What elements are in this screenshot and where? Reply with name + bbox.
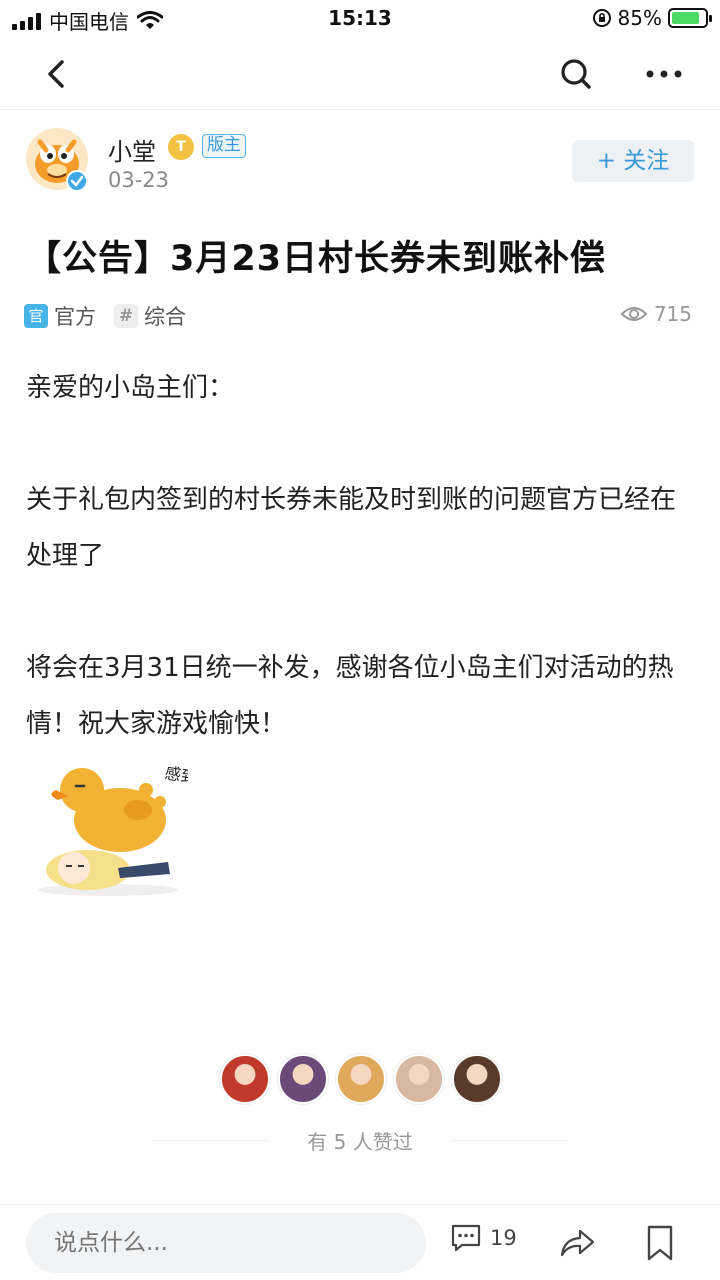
comment-icon — [451, 1224, 481, 1252]
tag-label: 官方 — [54, 305, 96, 329]
paragraph: 将会在3月31日统一补发，感谢各位小岛主们对活动的热情！祝大家游戏愉快！ — [26, 653, 674, 739]
battery-icon — [668, 8, 712, 28]
post-body: 亲爱的小岛主们： 关于礼包内签到的村长券未能及时到账的问题官方已经在处理了 将会… — [26, 360, 696, 752]
divider — [450, 1140, 568, 1141]
tag-label: 综合 — [144, 305, 186, 329]
orientation-lock-icon — [592, 9, 611, 27]
view-count-value: 715 — [653, 302, 692, 326]
author-row: 小堂 T 版主 03-23 + 关注 — [26, 128, 696, 198]
liker-avatar[interactable] — [220, 1054, 270, 1104]
search-icon[interactable] — [556, 54, 596, 94]
post-title: 【公告】3月23日村长券未到账补偿 — [26, 239, 607, 279]
bottom-bar: 19 — [0, 1204, 720, 1280]
view-count: 715 — [620, 302, 692, 326]
tag-row: 官 官方 # 综合 — [24, 300, 186, 332]
hash-icon: # — [114, 304, 138, 328]
eye-icon — [620, 307, 648, 321]
comment-count: 19 — [490, 1226, 517, 1250]
duck-sticker-image[interactable]: 感到鸭力… — [28, 750, 188, 900]
likes-summary-row: 有 5 人赞过 — [0, 1126, 720, 1155]
liker-avatar[interactable] — [452, 1054, 502, 1104]
status-right: 85% — [592, 6, 712, 30]
comment-button[interactable]: 19 — [450, 1223, 517, 1253]
tag-general[interactable]: # 综合 — [114, 301, 186, 331]
liker-avatar[interactable] — [278, 1054, 328, 1104]
battery-percent: 85% — [617, 6, 662, 30]
official-tag-icon: 官 — [24, 304, 48, 328]
more-horizontal-icon[interactable] — [640, 54, 688, 94]
follow-button[interactable]: + 关注 — [572, 140, 694, 182]
moderator-badge: 版主 — [202, 134, 246, 158]
verified-icon — [66, 170, 88, 192]
bookmark-icon[interactable] — [644, 1223, 676, 1263]
level-badge: T — [168, 134, 194, 160]
tag-official[interactable]: 官 官方 — [24, 301, 96, 331]
status-bar: 中国电信 15:13 85% — [0, 0, 720, 40]
nav-bar — [0, 40, 720, 110]
author-name[interactable]: 小堂 — [108, 132, 156, 167]
liker-avatar[interactable] — [394, 1054, 444, 1104]
divider — [152, 1140, 270, 1141]
liker-avatars — [220, 1054, 502, 1104]
battery-fill — [672, 12, 700, 24]
paragraph: 亲爱的小岛主们： — [26, 373, 235, 403]
paragraph: 关于礼包内签到的村长券未能及时到账的问题官方已经在处理了 — [26, 485, 677, 571]
liker-avatar[interactable] — [336, 1054, 386, 1104]
comment-input[interactable] — [26, 1213, 426, 1273]
share-icon[interactable] — [558, 1223, 598, 1263]
post-date: 03-23 — [108, 168, 170, 192]
likes-summary[interactable]: 有 5 人赞过 — [307, 1130, 412, 1154]
chevron-left-icon[interactable] — [36, 54, 76, 94]
sticker-text: 感到鸭力… — [163, 763, 188, 796]
